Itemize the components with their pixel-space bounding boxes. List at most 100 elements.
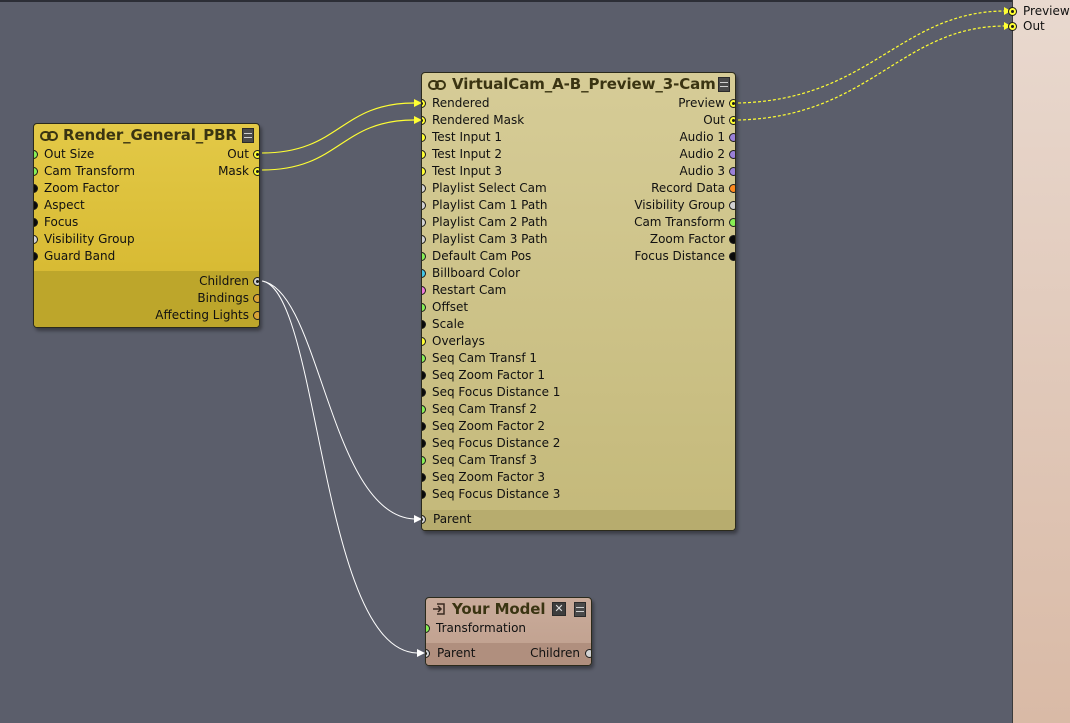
input-pin-scale[interactable] bbox=[422, 320, 426, 329]
input-label-focus: Focus bbox=[44, 215, 79, 229]
input-pin-restart-cam[interactable] bbox=[422, 286, 426, 295]
output-pin-out[interactable] bbox=[729, 116, 735, 125]
output-pin-audio-1[interactable] bbox=[729, 133, 735, 142]
input-pin-playlist-select-cam[interactable] bbox=[422, 184, 426, 193]
input-label-offset: Offset bbox=[432, 300, 469, 314]
input-pin-visibility-group[interactable] bbox=[34, 235, 38, 244]
output-pin-record-data[interactable] bbox=[729, 184, 735, 193]
node-menu-icon[interactable] bbox=[242, 128, 254, 143]
node-menu-icon[interactable] bbox=[718, 77, 730, 92]
output-pin-preview[interactable] bbox=[729, 99, 735, 108]
input-pin-seq-cam-transf-3[interactable] bbox=[422, 456, 426, 465]
input-pin-seq-zoom-factor-1[interactable] bbox=[422, 371, 426, 380]
input-pin-aspect[interactable] bbox=[34, 201, 38, 210]
input-pin-rendered-mask[interactable] bbox=[422, 116, 426, 125]
input-pin-test-input-2[interactable] bbox=[422, 150, 426, 159]
input-pin-transformation[interactable] bbox=[426, 624, 430, 633]
input-pin-seq-cam-transf-1[interactable] bbox=[422, 354, 426, 363]
wire-preview-to-external-preview[interactable] bbox=[737, 7, 1011, 104]
output-label-focus-distance: Focus Distance bbox=[634, 249, 725, 263]
input-label-seq-cam-transf-2: Seq Cam Transf 2 bbox=[432, 402, 538, 416]
output-label-out: Out bbox=[703, 113, 725, 127]
output-pin-audio-3[interactable] bbox=[729, 167, 735, 176]
output-pin-audio-2[interactable] bbox=[729, 150, 735, 159]
link-icon bbox=[40, 131, 58, 141]
input-pin-seq-zoom-factor-3[interactable] bbox=[422, 473, 426, 482]
output-label-mask: Mask bbox=[218, 164, 249, 178]
input-label-out-size: Out Size bbox=[44, 147, 95, 161]
output-pin-mask[interactable] bbox=[253, 167, 259, 176]
input-pin-cam-transform[interactable] bbox=[34, 167, 38, 176]
parent-label: Parent bbox=[433, 512, 472, 526]
external-output-pin-preview[interactable] bbox=[1008, 7, 1017, 16]
node-header[interactable]: Your Model ✕ bbox=[426, 598, 591, 622]
output-label-audio-1: Audio 1 bbox=[679, 130, 725, 144]
input-label-transformation: Transformation bbox=[436, 621, 527, 635]
input-pin-offset[interactable] bbox=[422, 303, 426, 312]
output-label-record-data: Record Data bbox=[651, 181, 725, 195]
close-icon[interactable]: ✕ bbox=[552, 602, 566, 616]
external-output-label-out: Out bbox=[1023, 19, 1045, 33]
input-label-cam-transform: Cam Transform bbox=[44, 164, 135, 178]
input-pin-test-input-1[interactable] bbox=[422, 133, 426, 142]
wire-render-out-to-rendered[interactable] bbox=[261, 99, 422, 154]
input-pin-seq-focus-distance-1[interactable] bbox=[422, 388, 426, 397]
input-pin-overlays[interactable] bbox=[422, 337, 426, 346]
output-pin-cam-transform[interactable] bbox=[729, 218, 735, 227]
input-label-seq-zoom-factor-2: Seq Zoom Factor 2 bbox=[432, 419, 546, 433]
output-pin-affecting-lights[interactable] bbox=[253, 311, 259, 320]
output-pin-children[interactable] bbox=[253, 277, 259, 286]
input-label-seq-zoom-factor-3: Seq Zoom Factor 3 bbox=[432, 470, 546, 484]
wire-children-to-model-parent[interactable] bbox=[261, 280, 425, 657]
input-label-default-cam-pos: Default Cam Pos bbox=[432, 249, 532, 263]
input-pin-billboard-color[interactable] bbox=[422, 269, 426, 278]
input-label-seq-cam-transf-3: Seq Cam Transf 3 bbox=[432, 453, 538, 467]
input-pin-out-size[interactable] bbox=[34, 150, 38, 159]
input-label-zoom-factor: Zoom Factor bbox=[44, 181, 120, 195]
wire-render-mask-to-rendered-mask[interactable] bbox=[261, 116, 422, 171]
input-label-restart-cam: Restart Cam bbox=[432, 283, 507, 297]
children-pin[interactable] bbox=[585, 649, 591, 658]
input-pin-playlist-cam-2-path[interactable] bbox=[422, 218, 426, 227]
input-label-rendered: Rendered bbox=[432, 96, 490, 110]
input-label-rendered-mask: Rendered Mask bbox=[432, 113, 525, 127]
input-pin-guard-band[interactable] bbox=[34, 252, 38, 261]
wire-children-to-virtualcam-parent[interactable] bbox=[261, 280, 422, 523]
input-label-playlist-cam-3-path: Playlist Cam 3 Path bbox=[432, 232, 548, 246]
input-label-seq-focus-distance-3: Seq Focus Distance 3 bbox=[432, 487, 561, 501]
input-pin-zoom-factor[interactable] bbox=[34, 184, 38, 193]
input-label-test-input-3: Test Input 3 bbox=[432, 164, 502, 178]
input-pin-playlist-cam-3-path[interactable] bbox=[422, 235, 426, 244]
node-header[interactable]: Render_General_PBR bbox=[34, 124, 259, 148]
virtualcam-node[interactable]: VirtualCam_A-B_Preview_3-Cam Rendered Ren… bbox=[421, 72, 736, 531]
wire-out-to-external-out[interactable] bbox=[737, 22, 1011, 121]
node-menu-icon[interactable] bbox=[574, 602, 586, 617]
input-pin-playlist-cam-1-path[interactable] bbox=[422, 201, 426, 210]
input-pin-rendered[interactable] bbox=[422, 99, 426, 108]
parent-label: Parent bbox=[437, 646, 476, 660]
your-model-node[interactable]: Your Model ✕ Transformation Parent Childr… bbox=[425, 597, 592, 666]
output-label-cam-transform: Cam Transform bbox=[634, 215, 725, 229]
output-pin-bindings[interactable] bbox=[253, 294, 259, 303]
input-label-visibility-group: Visibility Group bbox=[44, 232, 135, 246]
input-label-scale: Scale bbox=[432, 317, 465, 331]
render-general-pbr-node[interactable]: Render_General_PBR Out Size Cam Transform… bbox=[33, 123, 260, 328]
output-pin-focus-distance[interactable] bbox=[729, 252, 735, 261]
external-output-pin-out[interactable] bbox=[1008, 22, 1017, 31]
output-label-preview: Preview bbox=[678, 96, 725, 110]
input-pin-seq-focus-distance-3[interactable] bbox=[422, 490, 426, 499]
input-pin-seq-focus-distance-2[interactable] bbox=[422, 439, 426, 448]
input-pin-test-input-3[interactable] bbox=[422, 167, 426, 176]
input-pin-focus[interactable] bbox=[34, 218, 38, 227]
input-pin-default-cam-pos[interactable] bbox=[422, 252, 426, 261]
output-pin-zoom-factor[interactable] bbox=[729, 235, 735, 244]
output-pin-out[interactable] bbox=[253, 150, 259, 159]
input-label-seq-zoom-factor-1: Seq Zoom Factor 1 bbox=[432, 368, 546, 382]
output-pin-visibility-group[interactable] bbox=[729, 201, 735, 210]
input-pin-seq-zoom-factor-2[interactable] bbox=[422, 422, 426, 431]
children-label: Children bbox=[530, 646, 580, 660]
output-label-children: Children bbox=[199, 274, 249, 288]
input-label-playlist-select-cam: Playlist Select Cam bbox=[432, 181, 547, 195]
node-header[interactable]: VirtualCam_A-B_Preview_3-Cam bbox=[422, 73, 735, 97]
input-pin-seq-cam-transf-2[interactable] bbox=[422, 405, 426, 414]
